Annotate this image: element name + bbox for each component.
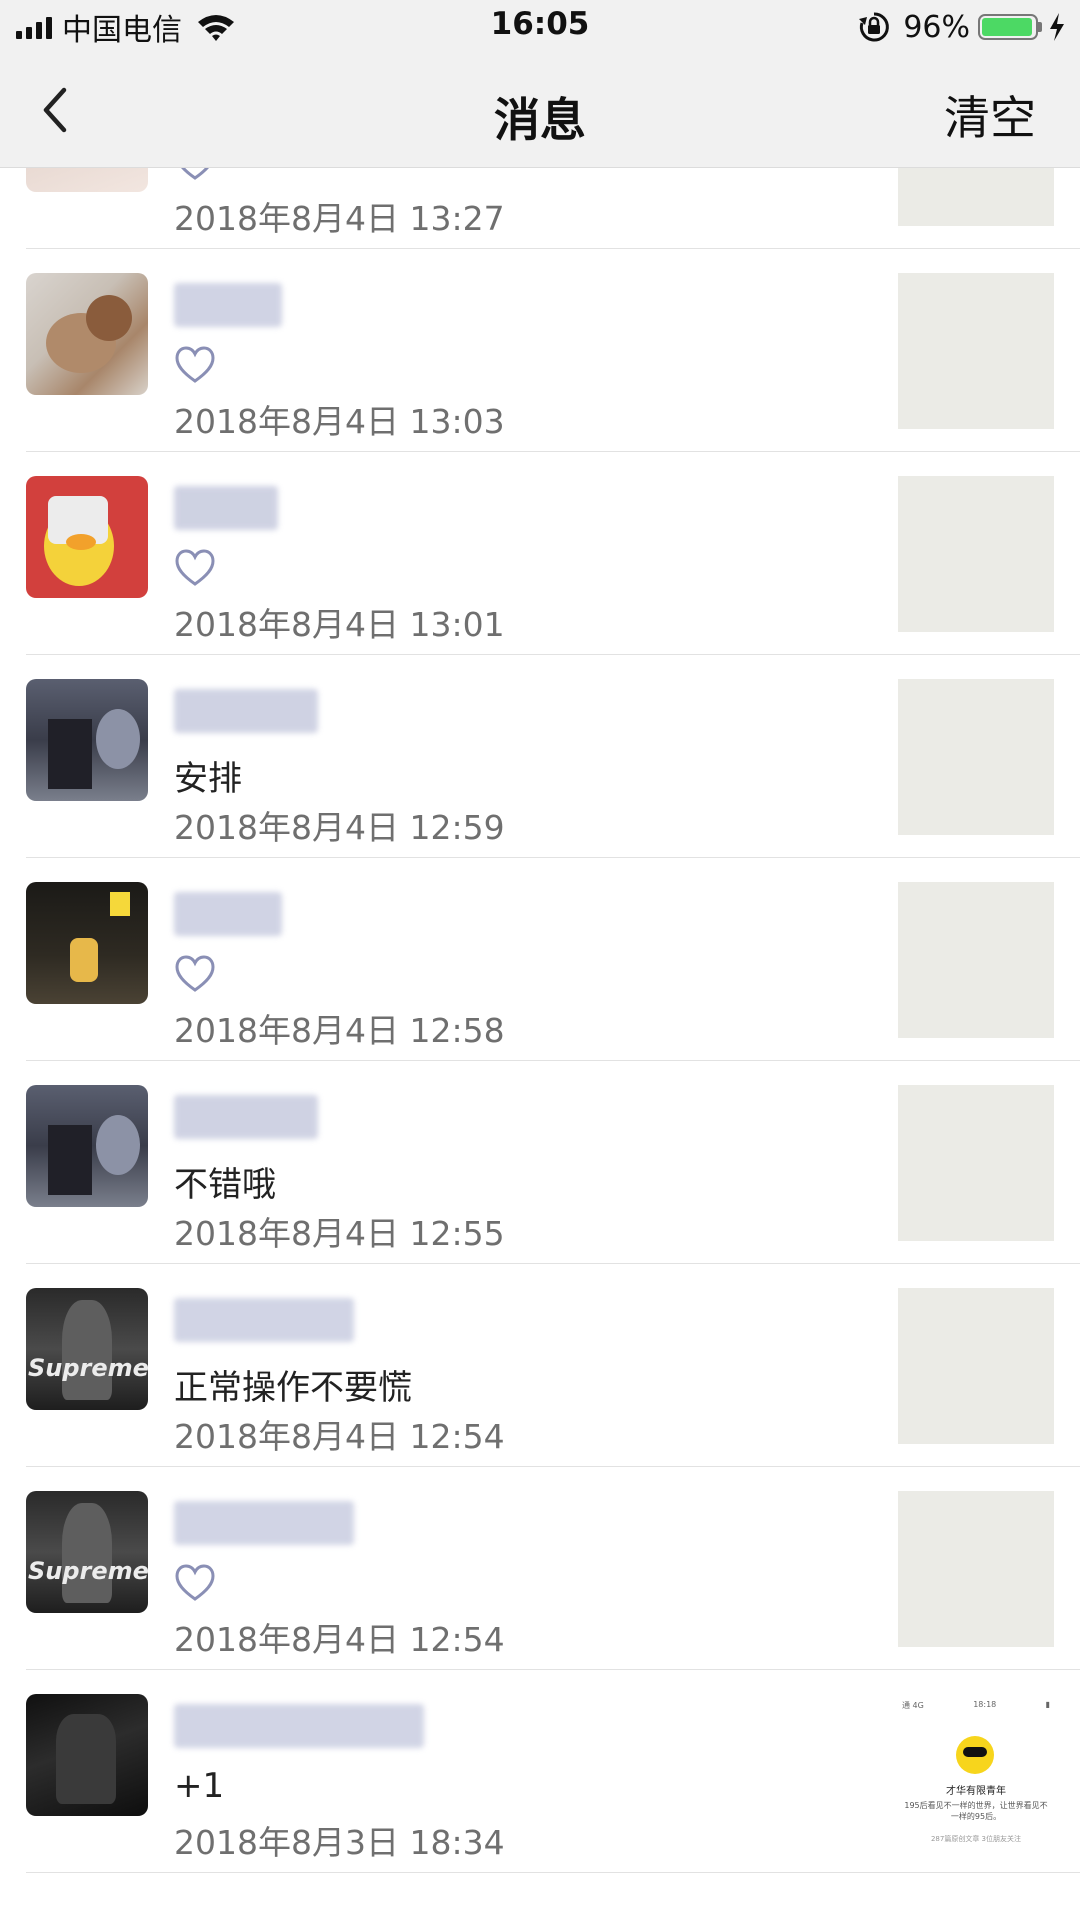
avatar-label: Supreme — [28, 1354, 148, 1382]
message-row[interactable]: 2018年8月4日 13:03 — [0, 249, 1080, 452]
message-time: 2018年8月4日 13:01 — [174, 605, 505, 644]
username-blurred — [174, 1501, 354, 1545]
status-right: 96% — [857, 8, 1066, 46]
avatar[interactable] — [26, 1694, 148, 1816]
post-thumbnail[interactable] — [898, 679, 1054, 835]
comment-text: +1 — [174, 1766, 225, 1806]
avatar[interactable] — [26, 476, 148, 598]
battery-percent: 96% — [903, 9, 970, 45]
message-row[interactable]: 2018年8月4日 12:58 — [0, 858, 1080, 1061]
avatar[interactable] — [26, 168, 148, 192]
message-row[interactable]: 安排 2018年8月4日 12:59 — [0, 655, 1080, 858]
heart-icon — [175, 346, 215, 383]
status-bar: 中国电信 16:05 96% — [0, 0, 1080, 54]
username-blurred — [174, 1298, 354, 1342]
post-thumbnail[interactable] — [898, 882, 1054, 1038]
comment-text: 不错哦 — [174, 1165, 276, 1205]
heart-icon — [181, 168, 209, 180]
post-thumbnail[interactable]: 通 4G 18:18 ▮ 才华有限青年 195后看见不一样的世界，让世界看见不一… — [898, 1694, 1054, 1850]
avatar[interactable]: Supreme — [26, 1491, 148, 1613]
avatar-label: Supreme — [28, 1557, 148, 1585]
comment-text: 安排 — [174, 759, 242, 799]
heart-icon — [175, 549, 215, 586]
post-thumbnail[interactable] — [898, 1288, 1054, 1444]
thumbnail-footer: 287篇原创文章 3位朋友关注 — [930, 1835, 1022, 1843]
avatar[interactable] — [26, 1085, 148, 1207]
clear-button[interactable]: 清空 — [944, 82, 1036, 148]
thumbnail-status-bar: 通 4G 18:18 ▮ — [902, 1700, 1050, 1711]
avatar[interactable]: Supreme — [26, 1288, 148, 1410]
message-row[interactable]: +1 2018年8月3日 18:34 通 4G 18:18 ▮ 才华有限青年 1… — [0, 1670, 1080, 1873]
message-time: 2018年8月3日 18:34 — [174, 1823, 505, 1862]
bolt-icon — [1050, 13, 1064, 41]
avatar[interactable] — [26, 882, 148, 1004]
message-time: 2018年8月4日 12:54 — [174, 1417, 505, 1456]
thumbnail-status-left: 通 4G — [902, 1701, 924, 1710]
post-thumbnail[interactable] — [898, 1085, 1054, 1241]
post-thumbnail[interactable] — [898, 1491, 1054, 1647]
thumbnail-status-time: 18:18 — [973, 1700, 997, 1709]
username-blurred — [174, 1704, 424, 1748]
username-blurred — [174, 689, 318, 733]
thumbnail-account-name: 才华有限青年 — [946, 1786, 1006, 1797]
battery-fill — [982, 18, 1032, 36]
sunglasses-emoji-icon — [956, 1736, 994, 1774]
message-row[interactable]: 2018年8月4日 13:01 — [0, 452, 1080, 655]
battery-cap — [1038, 22, 1042, 32]
message-list: 2018年8月4日 13:27 2018年8月4日 13:03 2018年8月4… — [0, 168, 1080, 1920]
page-title: 消息 — [494, 93, 586, 147]
message-time: 2018年8月4日 13:27 — [174, 199, 505, 238]
username-blurred — [174, 892, 282, 936]
battery-icon — [978, 14, 1038, 40]
username-blurred — [174, 486, 278, 530]
thumbnail-battery: ▮ — [1045, 1700, 1050, 1709]
message-row[interactable]: 2018年8月4日 13:27 — [0, 168, 1080, 249]
message-time: 2018年8月4日 12:58 — [174, 1011, 505, 1050]
post-thumbnail[interactable] — [898, 476, 1054, 632]
username-blurred — [174, 283, 282, 327]
message-row[interactable]: Supreme 2018年8月4日 12:54 — [0, 1467, 1080, 1670]
comment-text: 正常操作不要慌 — [174, 1368, 412, 1408]
message-time: 2018年8月4日 12:54 — [174, 1620, 505, 1659]
post-thumbnail[interactable] — [898, 273, 1054, 429]
message-time: 2018年8月4日 12:59 — [174, 808, 505, 847]
heart-icon — [175, 1564, 215, 1601]
message-time: 2018年8月4日 12:55 — [174, 1214, 505, 1253]
message-time: 2018年8月4日 13:03 — [174, 402, 505, 441]
thumbnail-description: 195后看见不一样的世界，让世界看见不一样的95后。 — [904, 1801, 1048, 1821]
message-row[interactable]: Supreme 正常操作不要慌 2018年8月4日 12:54 — [0, 1264, 1080, 1467]
heart-icon — [175, 955, 215, 992]
post-thumbnail[interactable] — [898, 168, 1054, 226]
orientation-lock-icon — [859, 12, 890, 42]
username-blurred — [174, 1095, 318, 1139]
divider — [26, 1872, 1080, 1873]
nav-bar: 消息 清空 — [0, 54, 1080, 168]
message-row[interactable]: 不错哦 2018年8月4日 12:55 — [0, 1061, 1080, 1264]
avatar[interactable] — [26, 679, 148, 801]
avatar[interactable] — [26, 273, 148, 395]
